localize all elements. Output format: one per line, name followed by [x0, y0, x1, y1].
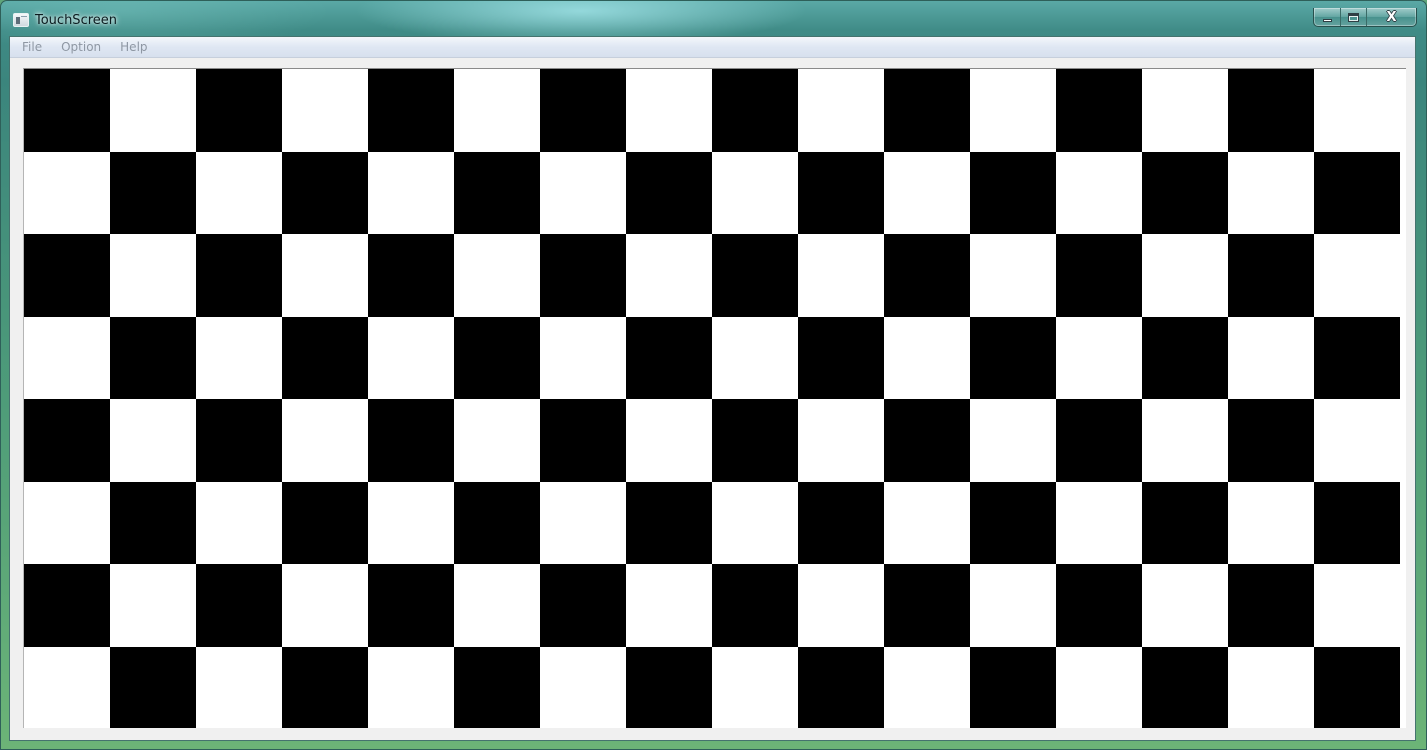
dark-square — [454, 647, 540, 728]
dark-square — [24, 564, 110, 647]
dark-square — [970, 152, 1056, 234]
dark-square — [540, 564, 626, 647]
client-area: File Option Help — [9, 36, 1416, 741]
dark-square — [1056, 399, 1142, 482]
dark-square — [712, 69, 798, 152]
dark-square — [24, 399, 110, 482]
dark-square — [1314, 152, 1400, 234]
dark-square — [1142, 317, 1228, 399]
caption-buttons: X — [1313, 8, 1417, 27]
dark-square — [196, 69, 282, 152]
close-button[interactable]: X — [1367, 8, 1416, 26]
dark-square — [712, 564, 798, 647]
dark-square — [884, 564, 970, 647]
dark-square — [282, 317, 368, 399]
dark-square — [798, 482, 884, 564]
dark-square — [368, 564, 454, 647]
dark-square — [368, 234, 454, 317]
menu-option[interactable]: Option — [54, 38, 108, 56]
dark-square — [282, 647, 368, 728]
dark-square — [540, 399, 626, 482]
dark-square — [368, 69, 454, 152]
dark-square — [626, 647, 712, 728]
dark-square — [798, 317, 884, 399]
dark-square — [24, 69, 110, 152]
dark-square — [626, 317, 712, 399]
dark-square — [1056, 234, 1142, 317]
title-bar[interactable]: TouchScreen X — [1, 1, 1426, 37]
dark-square — [1228, 69, 1314, 152]
dark-square — [454, 317, 540, 399]
dark-square — [1228, 399, 1314, 482]
minimize-button[interactable] — [1314, 8, 1341, 26]
dark-square — [540, 234, 626, 317]
dark-square — [970, 647, 1056, 728]
dark-square — [540, 69, 626, 152]
dark-square — [1056, 69, 1142, 152]
dark-square — [110, 647, 196, 728]
dark-square — [454, 482, 540, 564]
dark-square — [970, 482, 1056, 564]
dark-square — [626, 482, 712, 564]
menu-file[interactable]: File — [15, 38, 49, 56]
checkerboard-canvas[interactable] — [23, 68, 1406, 728]
dark-square — [196, 564, 282, 647]
dark-square — [1142, 152, 1228, 234]
app-icon[interactable] — [13, 13, 29, 27]
dark-square — [1142, 482, 1228, 564]
menu-bar: File Option Help — [10, 37, 1415, 58]
dark-square — [196, 399, 282, 482]
dark-square — [1228, 234, 1314, 317]
dark-square — [626, 152, 712, 234]
dark-square — [798, 152, 884, 234]
dark-square — [970, 317, 1056, 399]
minimize-icon — [1322, 18, 1332, 22]
dark-square — [1314, 647, 1400, 728]
dark-square — [884, 234, 970, 317]
dark-square — [196, 234, 282, 317]
dark-square — [454, 152, 540, 234]
dark-square — [1314, 317, 1400, 399]
dark-square — [110, 482, 196, 564]
checkerboard — [24, 69, 1406, 728]
dark-square — [24, 234, 110, 317]
maximize-button[interactable] — [1341, 8, 1367, 26]
close-icon: X — [1386, 9, 1397, 25]
menu-help[interactable]: Help — [113, 38, 154, 56]
maximize-icon — [1348, 12, 1359, 22]
dark-square — [884, 69, 970, 152]
dark-square — [884, 399, 970, 482]
dark-square — [712, 234, 798, 317]
dark-square — [1142, 647, 1228, 728]
dark-square — [1228, 564, 1314, 647]
dark-square — [110, 317, 196, 399]
dark-square — [1056, 564, 1142, 647]
dark-square — [282, 152, 368, 234]
dark-square — [1314, 482, 1400, 564]
dark-square — [368, 399, 454, 482]
window-title: TouchScreen — [35, 13, 118, 28]
dark-square — [282, 482, 368, 564]
dark-square — [798, 647, 884, 728]
dark-square — [712, 399, 798, 482]
touchscreen-window: TouchScreen X File Option Help — [0, 0, 1427, 750]
dark-square — [110, 152, 196, 234]
